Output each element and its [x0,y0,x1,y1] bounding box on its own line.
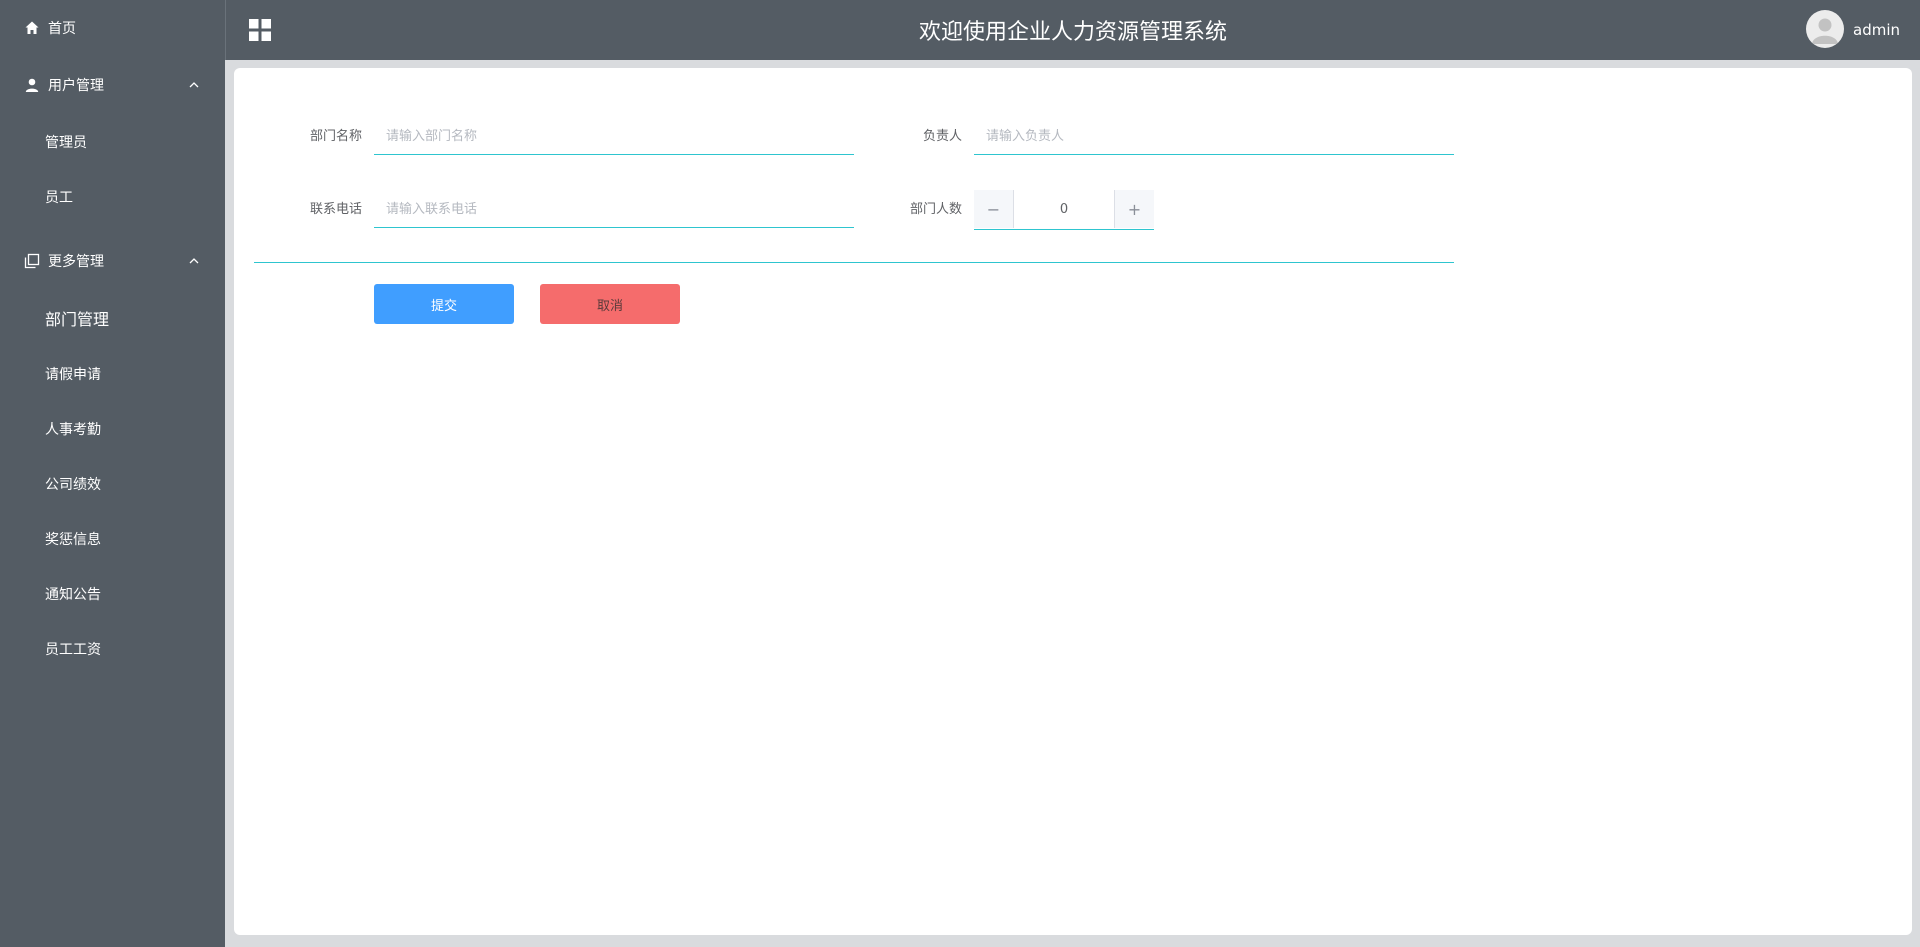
sidebar-item-label: 员工工资 [45,642,101,658]
page-title: 欢迎使用企业人力资源管理系统 [918,20,1227,45]
sidebar-item-label: 奖惩信息 [45,532,101,548]
sidebar-item-leave-request[interactable]: 请假申请 [0,354,225,394]
sidebar-item-admin[interactable]: 管理员 [0,122,225,162]
sidebar-item-label: 人事考勤 [45,422,101,438]
plus-icon[interactable]: + [1114,190,1154,228]
user-icon [24,77,40,93]
cancel-button[interactable]: 取消 [540,284,680,324]
dept-name-label: 部门名称 [309,129,362,144]
dept-count-stepper[interactable]: − 0 + [974,190,1154,230]
sidebar-item-home[interactable]: 首页 [0,8,225,48]
username[interactable]: admin [1853,21,1900,39]
sidebar-item-label: 公司绩效 [45,477,101,493]
avatar-icon[interactable] [1806,10,1844,48]
sidebar-group-label: 更多管理 [48,254,104,270]
sidebar-item-employee[interactable]: 员工 [0,177,225,217]
chevron-up-icon [189,258,199,264]
sidebar-item-performance[interactable]: 公司绩效 [0,464,225,504]
sidebar-item-label: 请假申请 [45,367,101,383]
chevron-up-icon [189,82,199,88]
submit-button[interactable]: 提交 [374,284,514,324]
sidebar-item-rewards-penalties[interactable]: 奖惩信息 [0,519,225,559]
sidebar-item-label: 管理员 [45,135,87,151]
sidebar-item-label: 员工 [45,190,73,206]
sidebar-group-label: 用户管理 [48,78,104,94]
phone-input[interactable] [374,192,854,228]
sidebar-item-department-management[interactable]: 部门管理 [0,298,225,338]
sidebar-group-user-management[interactable]: 用户管理 [0,65,225,105]
sidebar-item-notices[interactable]: 通知公告 [0,574,225,614]
minus-icon[interactable]: − [974,190,1014,228]
leader-input[interactable] [974,119,1454,155]
sidebar-item-label: 部门管理 [45,310,110,329]
form-divider [254,262,1454,263]
sidebar-item-label: 通知公告 [45,587,101,603]
sidebar-item-salary[interactable]: 员工工资 [0,629,225,669]
copy-icon [24,253,40,269]
home-icon [24,20,40,36]
sidebar: 首页 用户管理 管理员 员工 更多管理 部门管理 请假申请 人事考勤 公司绩效 … [0,0,225,947]
dept-count-label: 部门人数 [909,202,962,217]
sidebar-item-attendance[interactable]: 人事考勤 [0,409,225,449]
dept-count-value[interactable]: 0 [1014,190,1114,228]
dept-name-input[interactable] [374,119,854,155]
sidebar-group-more-management[interactable]: 更多管理 [0,241,225,281]
phone-label: 联系电话 [309,202,362,217]
department-form-card: 部门名称 负责人 联系电话 部门人数 − 0 + 提交 取消 [234,68,1912,935]
sidebar-item-label: 首页 [48,21,76,37]
top-header: 欢迎使用企业人力资源管理系统 admin [225,0,1920,60]
leader-label: 负责人 [922,129,962,144]
